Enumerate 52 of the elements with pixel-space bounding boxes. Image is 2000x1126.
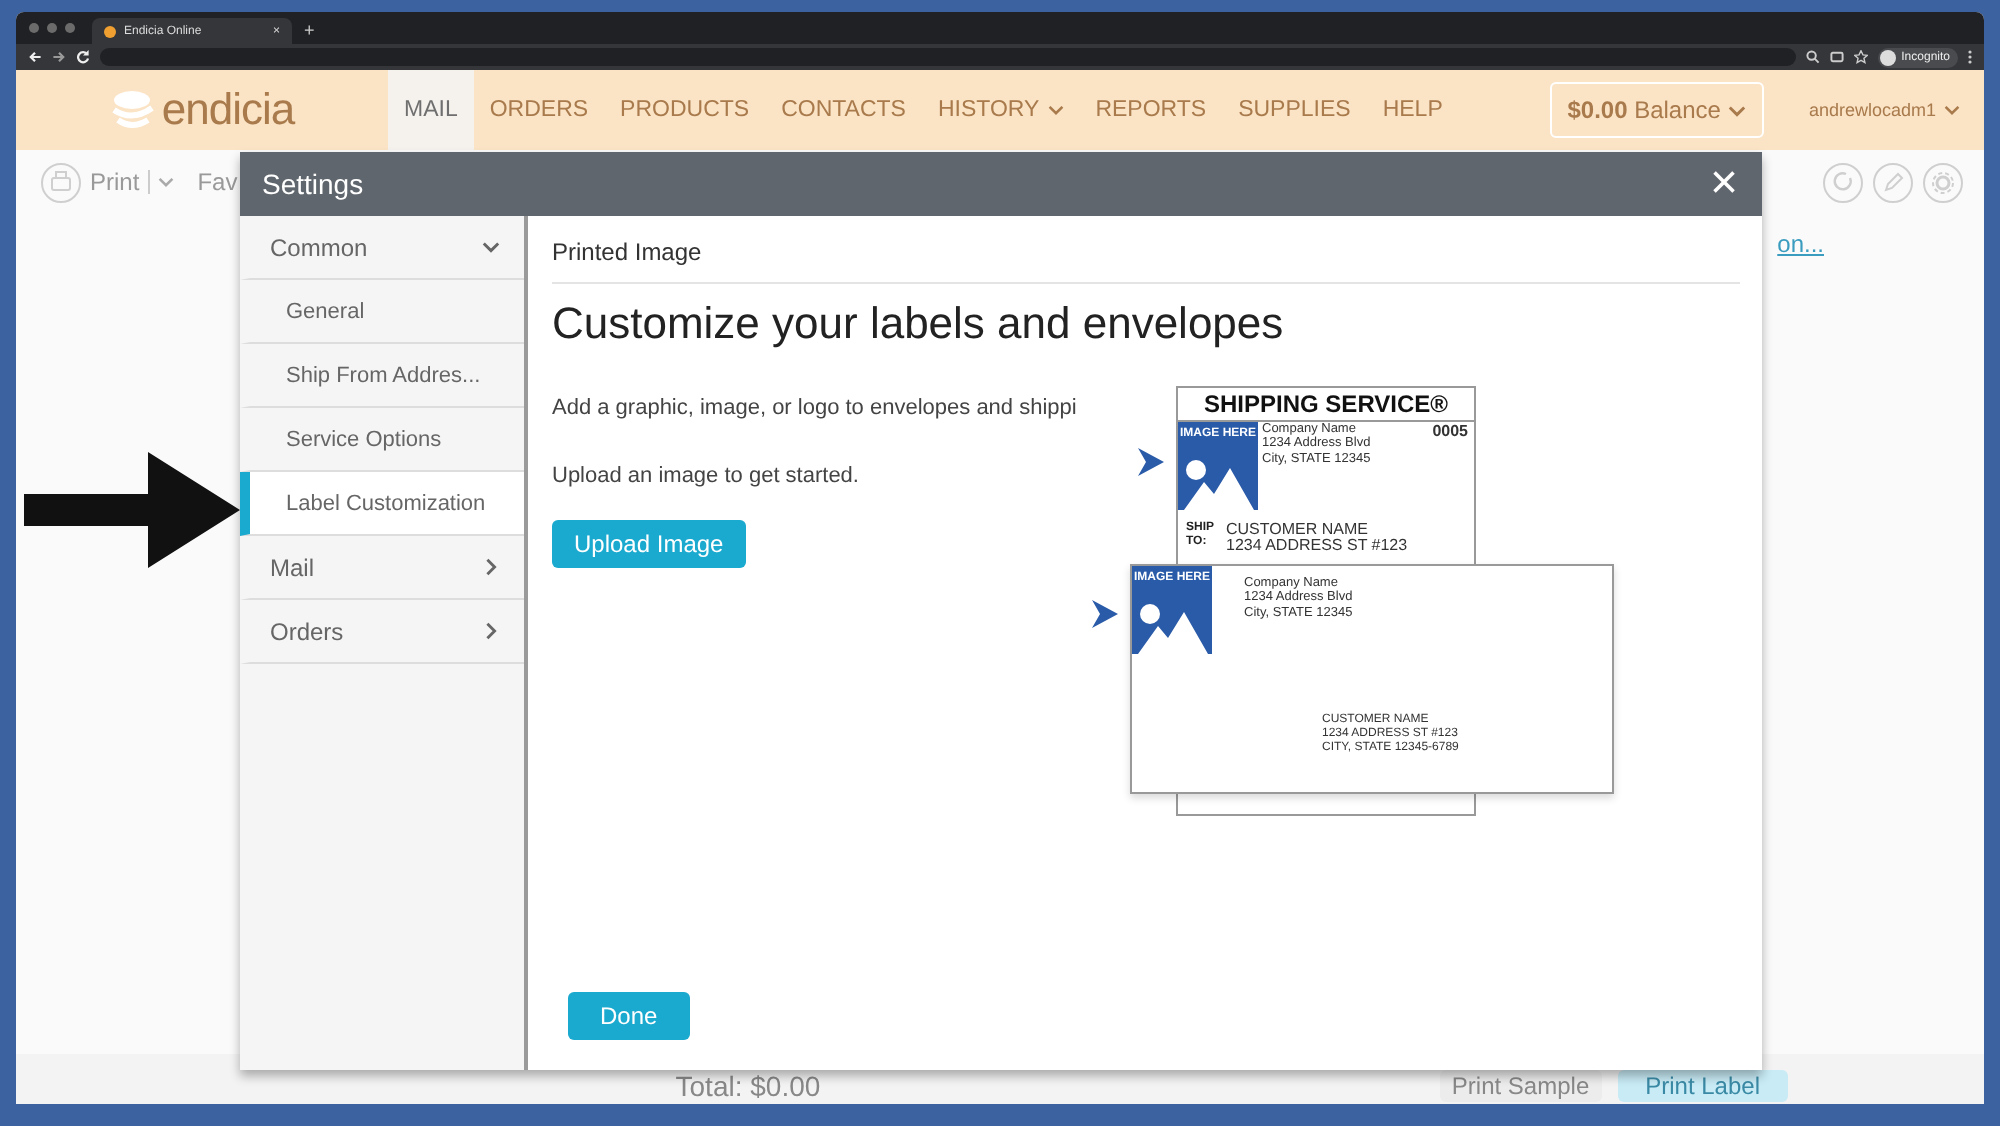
sidebar-item[interactable]: Label Customization xyxy=(240,472,524,536)
nav-tab[interactable]: REPORTS xyxy=(1079,70,1223,150)
sidebar-item[interactable]: Ship From Addres... xyxy=(240,344,524,408)
nav-tab[interactable]: CONTACTS xyxy=(765,70,922,150)
extension-icon[interactable] xyxy=(1829,50,1844,64)
new-tab-button[interactable]: + xyxy=(304,18,315,44)
chevron-icon xyxy=(157,174,174,190)
reload-icon[interactable] xyxy=(76,50,90,64)
back-icon[interactable] xyxy=(28,50,42,64)
mountain-icon xyxy=(1182,458,1254,510)
close-button[interactable]: × xyxy=(1709,160,1738,208)
forward-icon[interactable] xyxy=(52,50,66,64)
chevron-icon xyxy=(1728,101,1747,119)
nav-tab[interactable]: MAIL xyxy=(388,70,474,150)
nav-tab[interactable]: SUPPLIES xyxy=(1222,70,1367,150)
sidebar-item[interactable]: Common xyxy=(240,216,524,280)
star-icon[interactable] xyxy=(1853,50,1868,64)
label-number: 0005 xyxy=(1432,422,1470,444)
favorites-button[interactable]: Fav xyxy=(197,168,238,196)
description-text: Add a graphic, image, or logo to envelopes and shippi xyxy=(552,396,1077,420)
instruction-text: Upload an image to get started. xyxy=(552,464,859,488)
zoom-icon[interactable] xyxy=(1805,50,1820,64)
recipient-address-line: 1234 ADDRESS ST #123 xyxy=(1226,538,1408,556)
nav-tab[interactable]: ORDERS xyxy=(473,70,605,150)
section-title: Printed Image xyxy=(552,216,1740,284)
page-heading: Customize your labels and envelopes xyxy=(552,298,1286,350)
footer-button[interactable]: Print Sample xyxy=(1439,1070,1602,1102)
sidebar-item[interactable]: Mail xyxy=(240,536,524,600)
sidebar-item[interactable]: Orders xyxy=(240,600,524,664)
arrowhead-icon xyxy=(1092,600,1118,628)
nav-tab[interactable]: HELP xyxy=(1366,70,1459,150)
done-button[interactable]: Done xyxy=(568,992,690,1040)
order-total: Total: $0.00 xyxy=(673,1070,823,1102)
nav-tab[interactable]: PRODUCTS xyxy=(604,70,766,150)
window-controls-icon[interactable] xyxy=(28,22,80,34)
favicon-icon xyxy=(104,25,116,37)
upload-image-button[interactable]: Upload Image xyxy=(552,520,746,568)
dialog-title: Settings xyxy=(262,168,364,200)
sidebar-item[interactable]: General xyxy=(240,280,524,344)
print-button[interactable]: Print xyxy=(90,168,140,196)
chevron-icon xyxy=(1944,102,1960,118)
mountain-icon xyxy=(1136,602,1208,654)
logo-text: endicia xyxy=(161,84,295,136)
user-menu[interactable]: andrewlocadm1 xyxy=(1764,70,1984,150)
avatar-icon xyxy=(1879,49,1896,65)
arrowhead-icon xyxy=(1138,448,1164,476)
recipient-address-line: CUSTOMER NAME xyxy=(1226,522,1370,538)
balance-button[interactable]: $0.00 Balance xyxy=(1549,82,1765,138)
nav-tab[interactable]: HISTORY xyxy=(921,70,1080,150)
logo-icon xyxy=(109,88,154,132)
link[interactable]: on... xyxy=(1777,230,1824,1054)
footer-button[interactable]: Print Label xyxy=(1617,1070,1788,1102)
